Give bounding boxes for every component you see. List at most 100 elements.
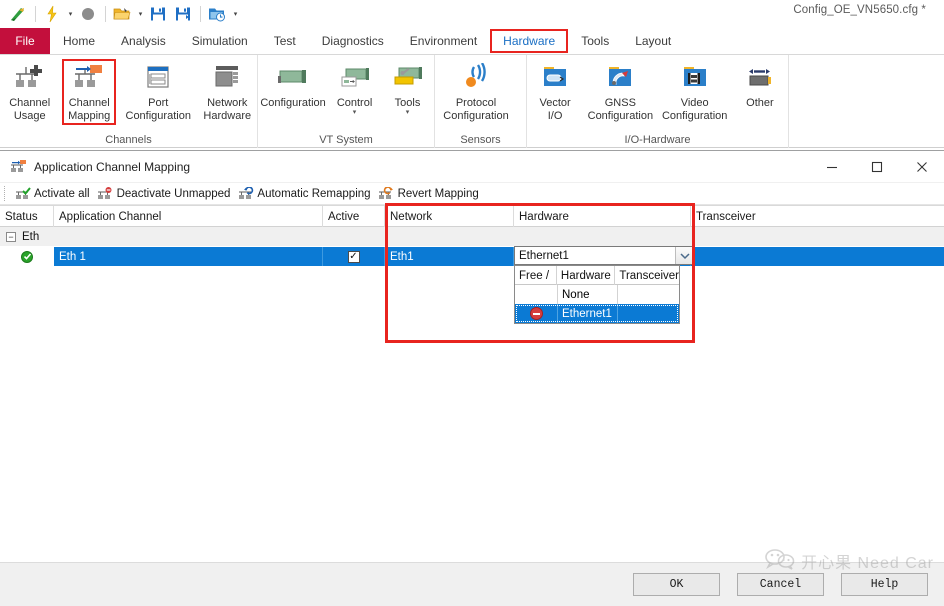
ribbon-button-other-io[interactable]: Other: [732, 59, 788, 110]
column-header-application-channel[interactable]: Application Channel: [54, 206, 323, 227]
dropdown-column-hardware[interactable]: Hardware: [557, 266, 616, 285]
ribbon-button-vector-io[interactable]: Vector I/O: [527, 59, 583, 123]
tab-home[interactable]: Home: [50, 28, 108, 54]
vt-tools-dropdown-caret[interactable]: ▾: [406, 109, 410, 117]
ribbon-button-channel-mapping-label: Channel Mapping: [59, 97, 118, 123]
ribbon-button-channel-mapping[interactable]: Channel Mapping: [59, 59, 118, 125]
tab-home-label: Home: [63, 34, 96, 48]
dropdown-column-free[interactable]: Free /: [515, 266, 557, 285]
automatic-remapping-button[interactable]: Automatic Remapping: [235, 184, 375, 204]
ribbon-button-network-hardware[interactable]: Network Hardware: [198, 59, 257, 123]
dropdown-column-transceiver[interactable]: Transceiver: [615, 266, 679, 285]
ribbon-button-channel-usage-label: Channel Usage: [0, 97, 59, 123]
deactivate-unmapped-label: Deactivate Unmapped: [116, 187, 231, 200]
column-header-hardware[interactable]: Hardware: [514, 206, 691, 227]
dropdown-item-none[interactable]: None: [515, 285, 679, 304]
dropdown-item-none-free: [515, 285, 558, 304]
ribbon-button-gnss-configuration[interactable]: GNSS Configuration: [583, 59, 657, 123]
hardware-combo-box[interactable]: Ethernet1: [514, 246, 694, 265]
toolbar-grip[interactable]: [4, 186, 9, 201]
dropdown-item-none-transceiver: [618, 285, 679, 304]
ribbon-button-protocol-configuration[interactable]: Protocol Configuration: [435, 59, 517, 123]
dialog-title-bar[interactable]: Application Channel Mapping: [0, 151, 944, 183]
dialog-title-text: Application Channel Mapping: [34, 159, 191, 174]
ribbon-hardware-panel: Channel Usage Channel Mapping Port Confi…: [0, 55, 944, 148]
toolbar-separator-3: [200, 6, 201, 22]
other-io-icon: [740, 61, 780, 95]
recent-icon[interactable]: [205, 3, 229, 25]
grid-header-row: Status Application Channel Active Networ…: [0, 206, 944, 227]
row-application-channel-cell: Eth 1: [54, 247, 323, 266]
row-active-cell[interactable]: ✓: [323, 247, 385, 266]
window-title: Config_OE_VN5650.cfg *: [793, 4, 926, 16]
open-dropdown-caret[interactable]: ▾: [135, 4, 146, 24]
tab-file-label: File: [15, 34, 35, 48]
deactivate-unmapped-button[interactable]: Deactivate Unmapped: [95, 184, 236, 204]
tab-environment-label: Environment: [409, 34, 478, 48]
grid-group-row-label: Eth: [22, 230, 40, 243]
dropdown-item-ethernet1-free: [515, 304, 558, 323]
start-dropdown-caret[interactable]: ▾: [65, 4, 76, 24]
ok-button[interactable]: OK: [633, 573, 720, 596]
ribbon-button-port-configuration[interactable]: Port Configuration: [119, 59, 198, 123]
column-header-status[interactable]: Status: [0, 206, 54, 227]
start-icon[interactable]: [40, 3, 64, 25]
table-row[interactable]: Eth 1 ✓ Eth1: [0, 247, 944, 266]
tab-diagnostics[interactable]: Diagnostics: [309, 28, 397, 54]
blocked-icon: [529, 307, 543, 320]
ribbon-button-vt-control[interactable]: Control ▾: [328, 59, 381, 117]
label-line-2: Configuration: [587, 110, 654, 122]
dropdown-item-ethernet1[interactable]: Ethernet1: [515, 304, 679, 323]
cancel-button[interactable]: Cancel: [737, 573, 824, 596]
hardware-dropdown-list[interactable]: Free / Hardware Transceiver None Etherne…: [514, 265, 680, 324]
help-button[interactable]: Help: [841, 573, 928, 596]
grid-group-row-eth[interactable]: − Eth: [0, 227, 944, 247]
label-line-2: I/O: [547, 110, 563, 122]
activate-all-label: Activate all: [34, 187, 90, 200]
ribbon-group-channels: Channel Usage Channel Mapping Port Confi…: [0, 55, 258, 148]
channel-usage-icon: [10, 61, 50, 95]
ribbon-button-video-configuration[interactable]: Video Configuration: [658, 59, 732, 123]
maximize-button[interactable]: [854, 151, 899, 183]
save-as-icon[interactable]: [171, 3, 195, 25]
tab-tools-label: Tools: [581, 34, 610, 48]
label-line-2: Usage: [13, 110, 46, 122]
tab-simulation[interactable]: Simulation: [179, 28, 261, 54]
tab-tools[interactable]: Tools: [568, 28, 622, 54]
open-icon[interactable]: [110, 3, 134, 25]
column-header-transceiver[interactable]: Transceiver: [691, 206, 944, 227]
tab-analysis[interactable]: Analysis: [108, 28, 179, 54]
ribbon-group-io-hardware-label: I/O-Hardware: [624, 133, 691, 146]
tab-environment[interactable]: Environment: [397, 28, 490, 54]
minimize-button[interactable]: [809, 151, 854, 183]
label-line-1: Protocol: [455, 97, 497, 109]
group-expander-icon[interactable]: −: [6, 231, 16, 242]
tab-layout[interactable]: Layout: [622, 28, 684, 54]
activate-all-button[interactable]: Activate all: [12, 184, 95, 204]
stop-icon[interactable]: [76, 3, 100, 25]
ribbon-group-sensors-label: Sensors: [460, 133, 501, 146]
tab-test-label: Test: [273, 34, 296, 48]
close-button[interactable]: [899, 151, 944, 183]
gnss-configuration-icon: [600, 61, 640, 95]
active-checkbox[interactable]: ✓: [347, 250, 360, 263]
label-line-1: Video: [680, 97, 709, 109]
video-configuration-icon: [675, 61, 715, 95]
save-icon[interactable]: [146, 3, 170, 25]
customize-quick-access-caret[interactable]: ▾: [230, 4, 241, 24]
ribbon-button-channel-usage[interactable]: Channel Usage: [0, 59, 59, 123]
tab-hardware[interactable]: Hardware: [490, 28, 569, 54]
chevron-down-icon[interactable]: [675, 247, 693, 264]
dropdown-header-row: Free / Hardware Transceiver: [515, 266, 679, 285]
vt-control-dropdown-caret[interactable]: ▾: [353, 109, 357, 117]
revert-mapping-button[interactable]: Revert Mapping: [376, 184, 484, 204]
dropdown-item-ethernet1-hardware: Ethernet1: [558, 304, 618, 323]
tab-file[interactable]: File: [0, 28, 50, 54]
tab-test[interactable]: Test: [261, 28, 309, 54]
canoe-logo-icon[interactable]: [6, 3, 30, 25]
column-header-network[interactable]: Network: [385, 206, 514, 227]
dropdown-column-free-label: Free /: [519, 269, 550, 282]
column-header-active[interactable]: Active: [323, 206, 385, 227]
ribbon-button-vt-configuration[interactable]: Configuration: [258, 59, 328, 110]
ribbon-button-vt-tools[interactable]: Tools ▾: [381, 59, 434, 117]
